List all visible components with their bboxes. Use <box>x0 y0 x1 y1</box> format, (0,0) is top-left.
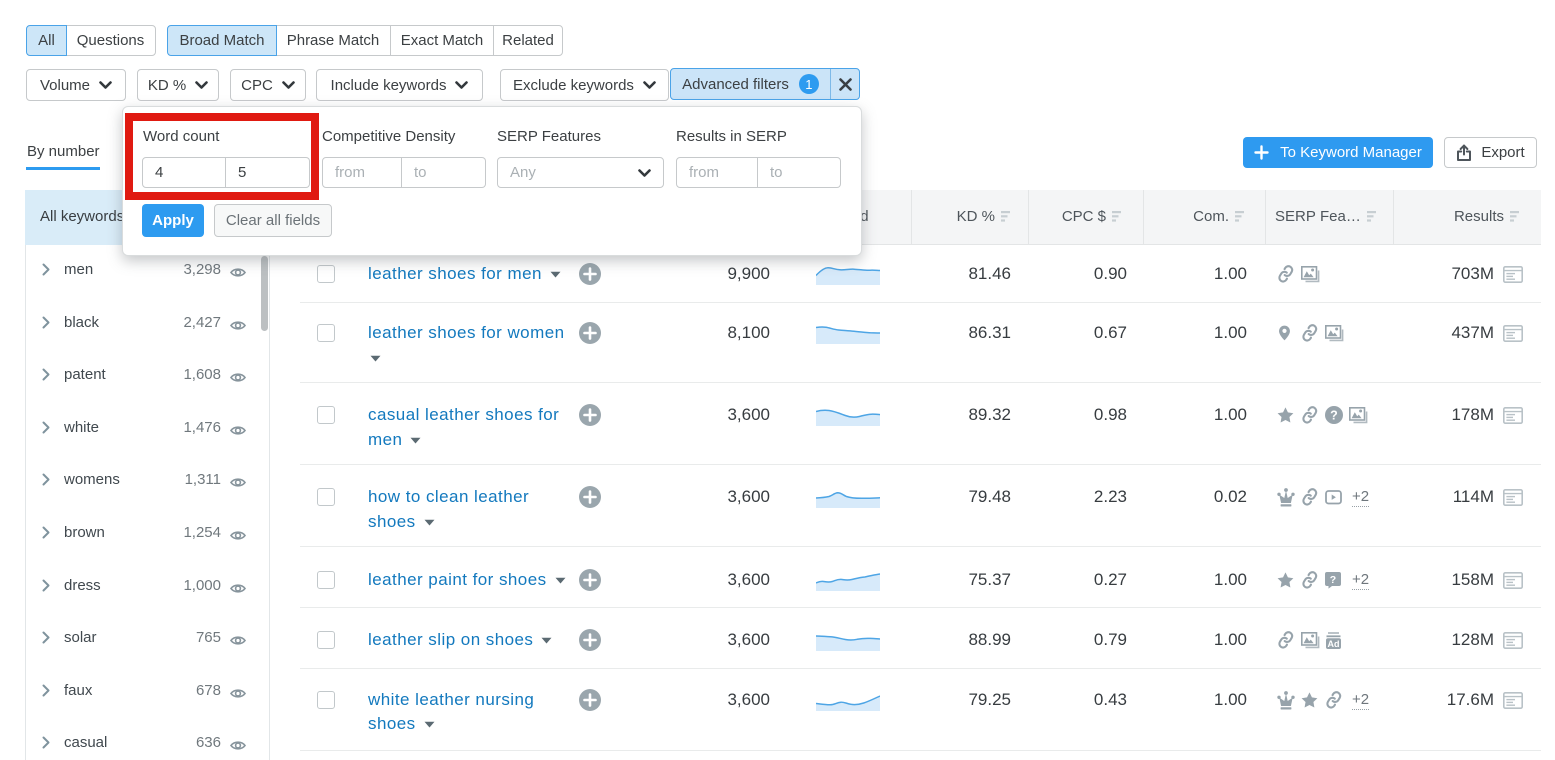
svg-text:Ad: Ad <box>1328 638 1340 648</box>
svg-text:?: ? <box>1330 574 1336 586</box>
svg-text:?: ? <box>1330 408 1338 422</box>
